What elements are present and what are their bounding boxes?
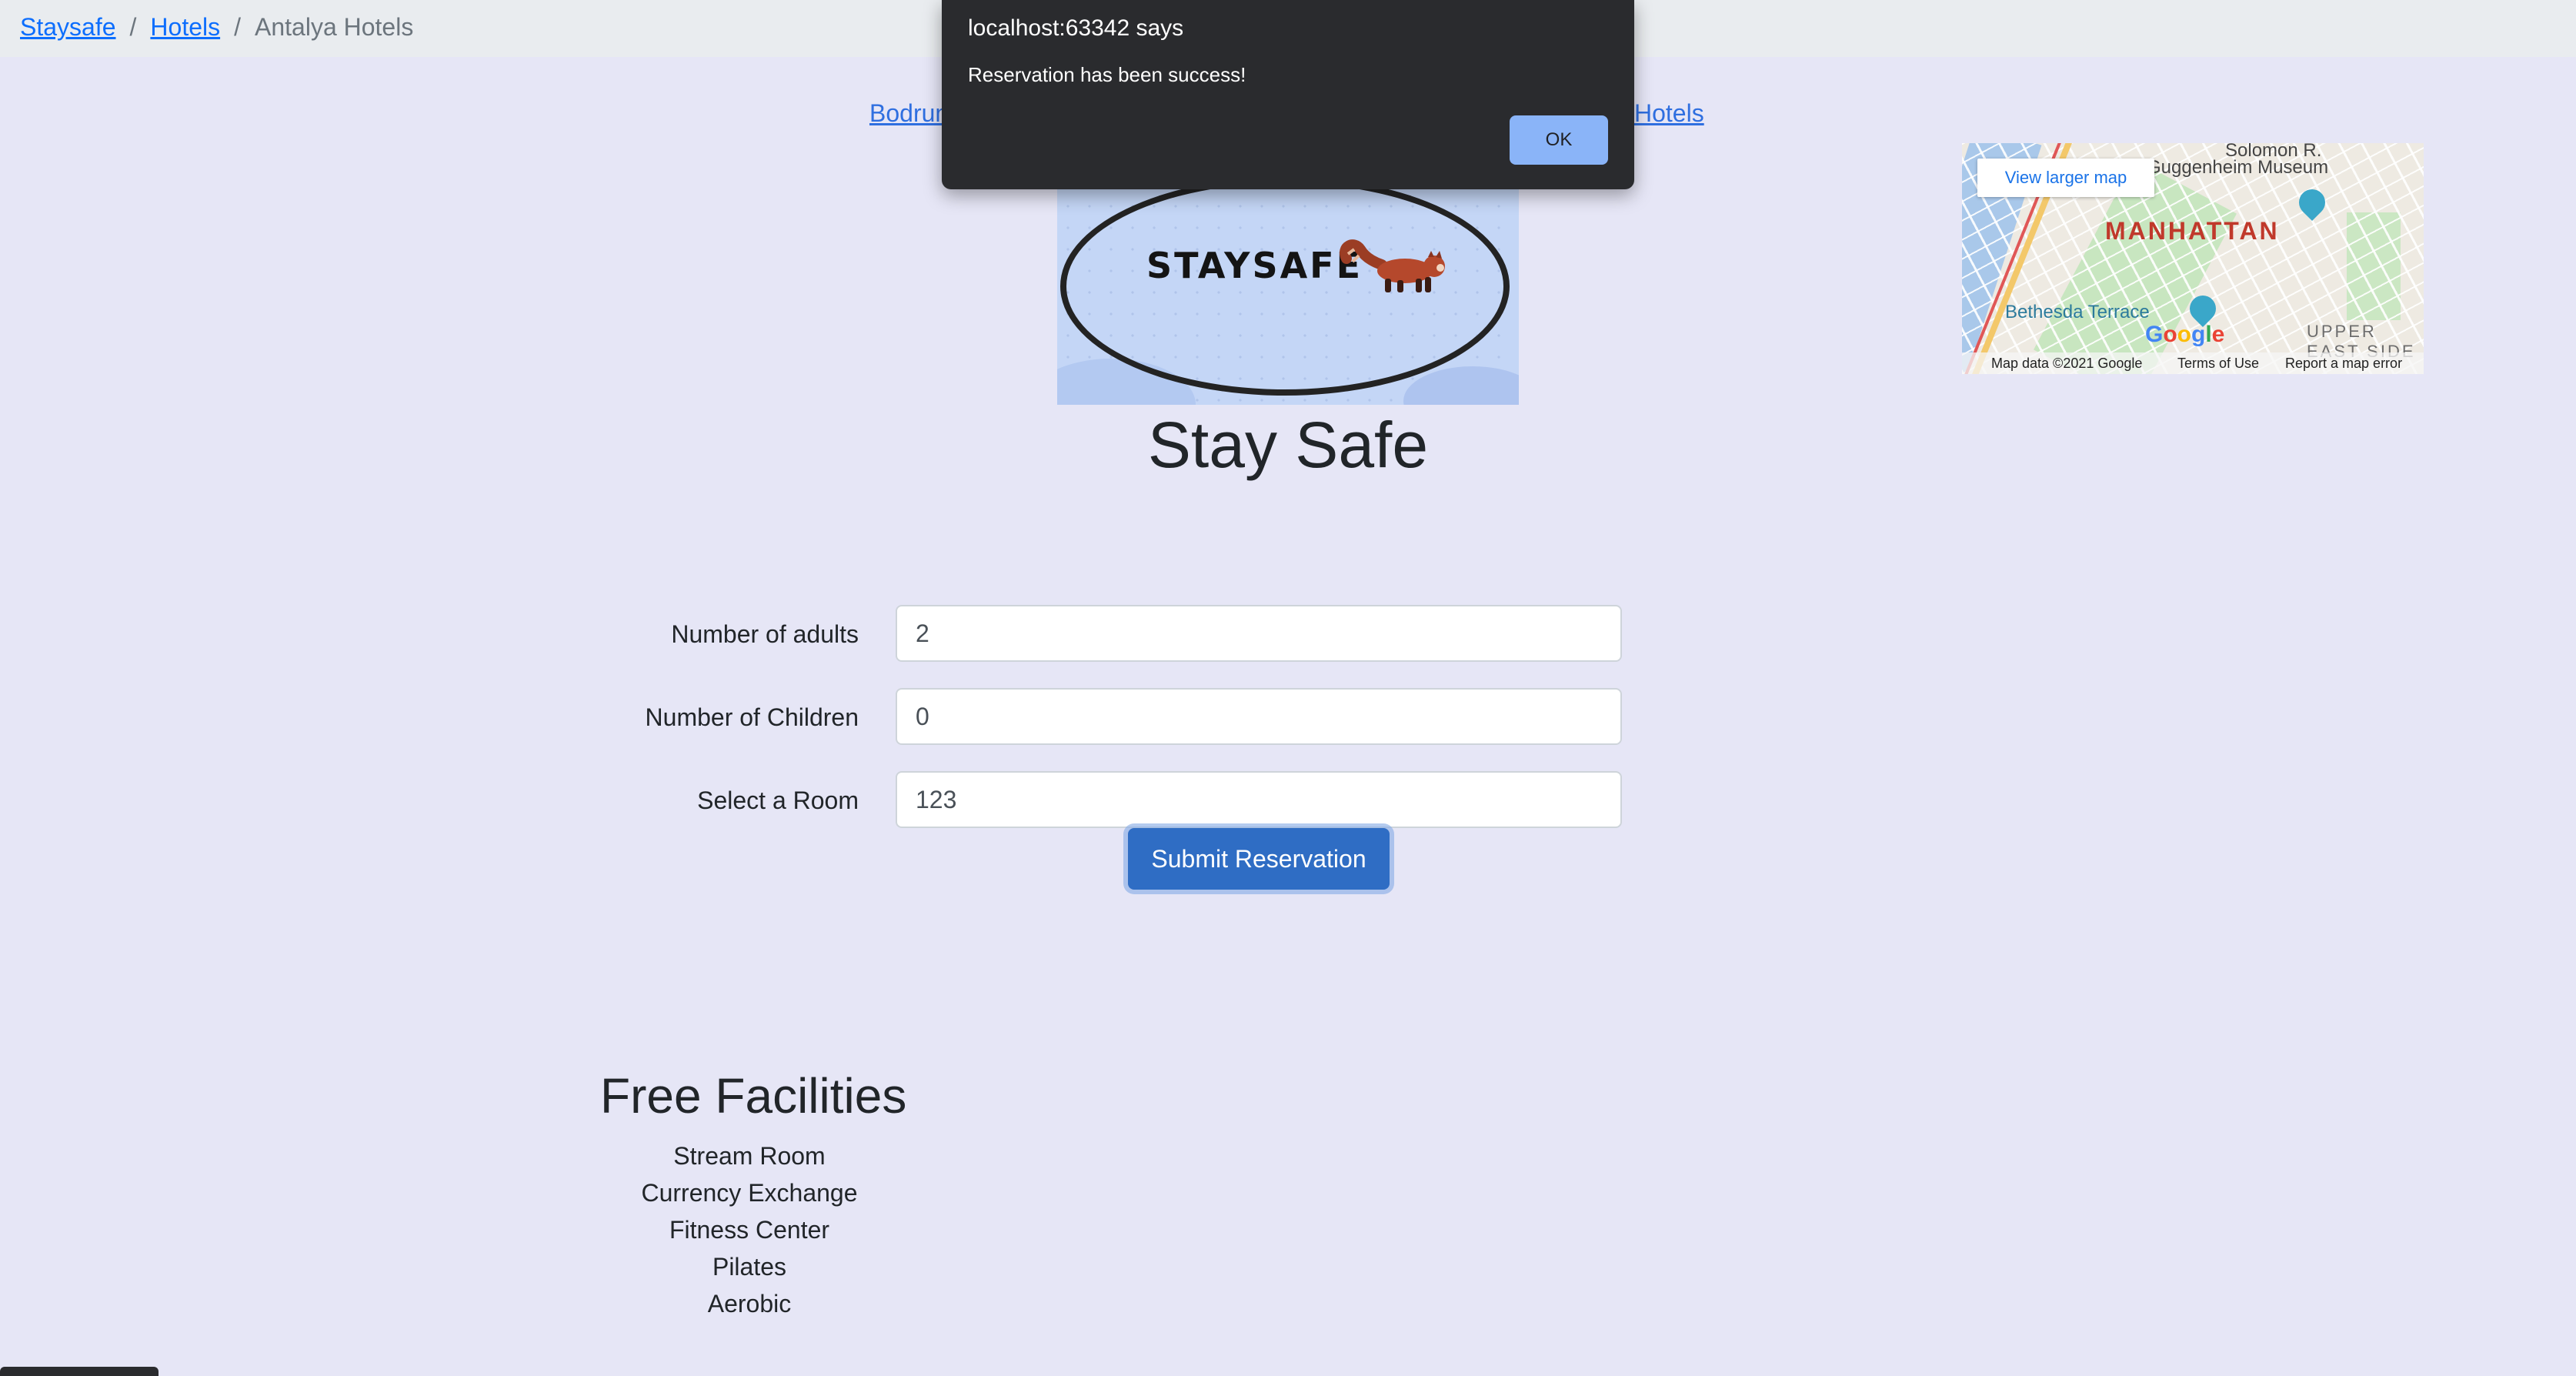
facility-item: Fitness Center — [669, 1216, 830, 1244]
breadcrumb: Staysafe / Hotels / Antalya Hotels — [20, 11, 413, 43]
facility-item: Currency Exchange — [641, 1179, 858, 1207]
map-footer: Map data ©2021 Google Terms of Use Repor… — [1962, 352, 2424, 374]
alert-origin: localhost:63342 says — [968, 15, 1184, 41]
map-data-credit: Map data ©2021 Google — [1991, 356, 2143, 371]
page-title: Stay Safe — [1147, 409, 1429, 481]
google-map[interactable]: Solomon R. Guggenheim Museum MANHATTAN B… — [1962, 143, 2424, 374]
adults-label: Number of adults — [671, 620, 859, 648]
children-label: Number of Children — [645, 703, 859, 731]
google-logo: Google — [2145, 322, 2225, 347]
staysafe-logo: STAYSAFE — [1057, 174, 1519, 405]
logo-text: STAYSAFE — [1146, 245, 1363, 286]
map-terms-link[interactable]: Terms of Use — [2177, 356, 2259, 372]
breadcrumb-separator: / — [234, 13, 241, 41]
facility-item: Aerobic — [707, 1290, 792, 1318]
map-label-bethesda: Bethesda Terrace — [2005, 302, 2150, 322]
submit-reservation-button[interactable]: Submit Reservation — [1128, 828, 1390, 890]
map-label-museum: Guggenheim Museum — [2147, 157, 2329, 178]
breadcrumb-current: Antalya Hotels — [255, 13, 414, 41]
download-bar-edge — [0, 1367, 158, 1376]
children-input[interactable] — [896, 688, 1622, 745]
facilities-title: Free Facilities — [600, 1068, 907, 1124]
map-label-manhattan: MANHATTAN — [2105, 217, 2280, 245]
alert-message: Reservation has been success! — [968, 63, 1246, 86]
room-label: Select a Room — [697, 787, 859, 814]
breadcrumb-hotels[interactable]: Hotels — [150, 11, 220, 43]
alert-dialog: localhost:63342 says Reservation has bee… — [942, 0, 1634, 189]
red-panda-icon — [1340, 239, 1445, 292]
facility-item: Pilates — [712, 1253, 787, 1281]
view-larger-map-button[interactable]: View larger map — [1977, 159, 2154, 197]
map-report-link[interactable]: Report a map error — [2285, 356, 2402, 372]
breadcrumb-staysafe[interactable]: Staysafe — [20, 11, 116, 43]
room-input[interactable] — [896, 771, 1622, 828]
facility-item: Stream Room — [673, 1142, 826, 1170]
alert-ok-button[interactable]: OK — [1510, 115, 1608, 165]
page: Staysafe / Hotels / Antalya Hotels Bodru… — [0, 0, 2576, 1376]
adults-input[interactable] — [896, 605, 1622, 662]
breadcrumb-separator: / — [129, 13, 137, 41]
nav-link-hotels[interactable]: Hotels — [1634, 98, 1704, 129]
